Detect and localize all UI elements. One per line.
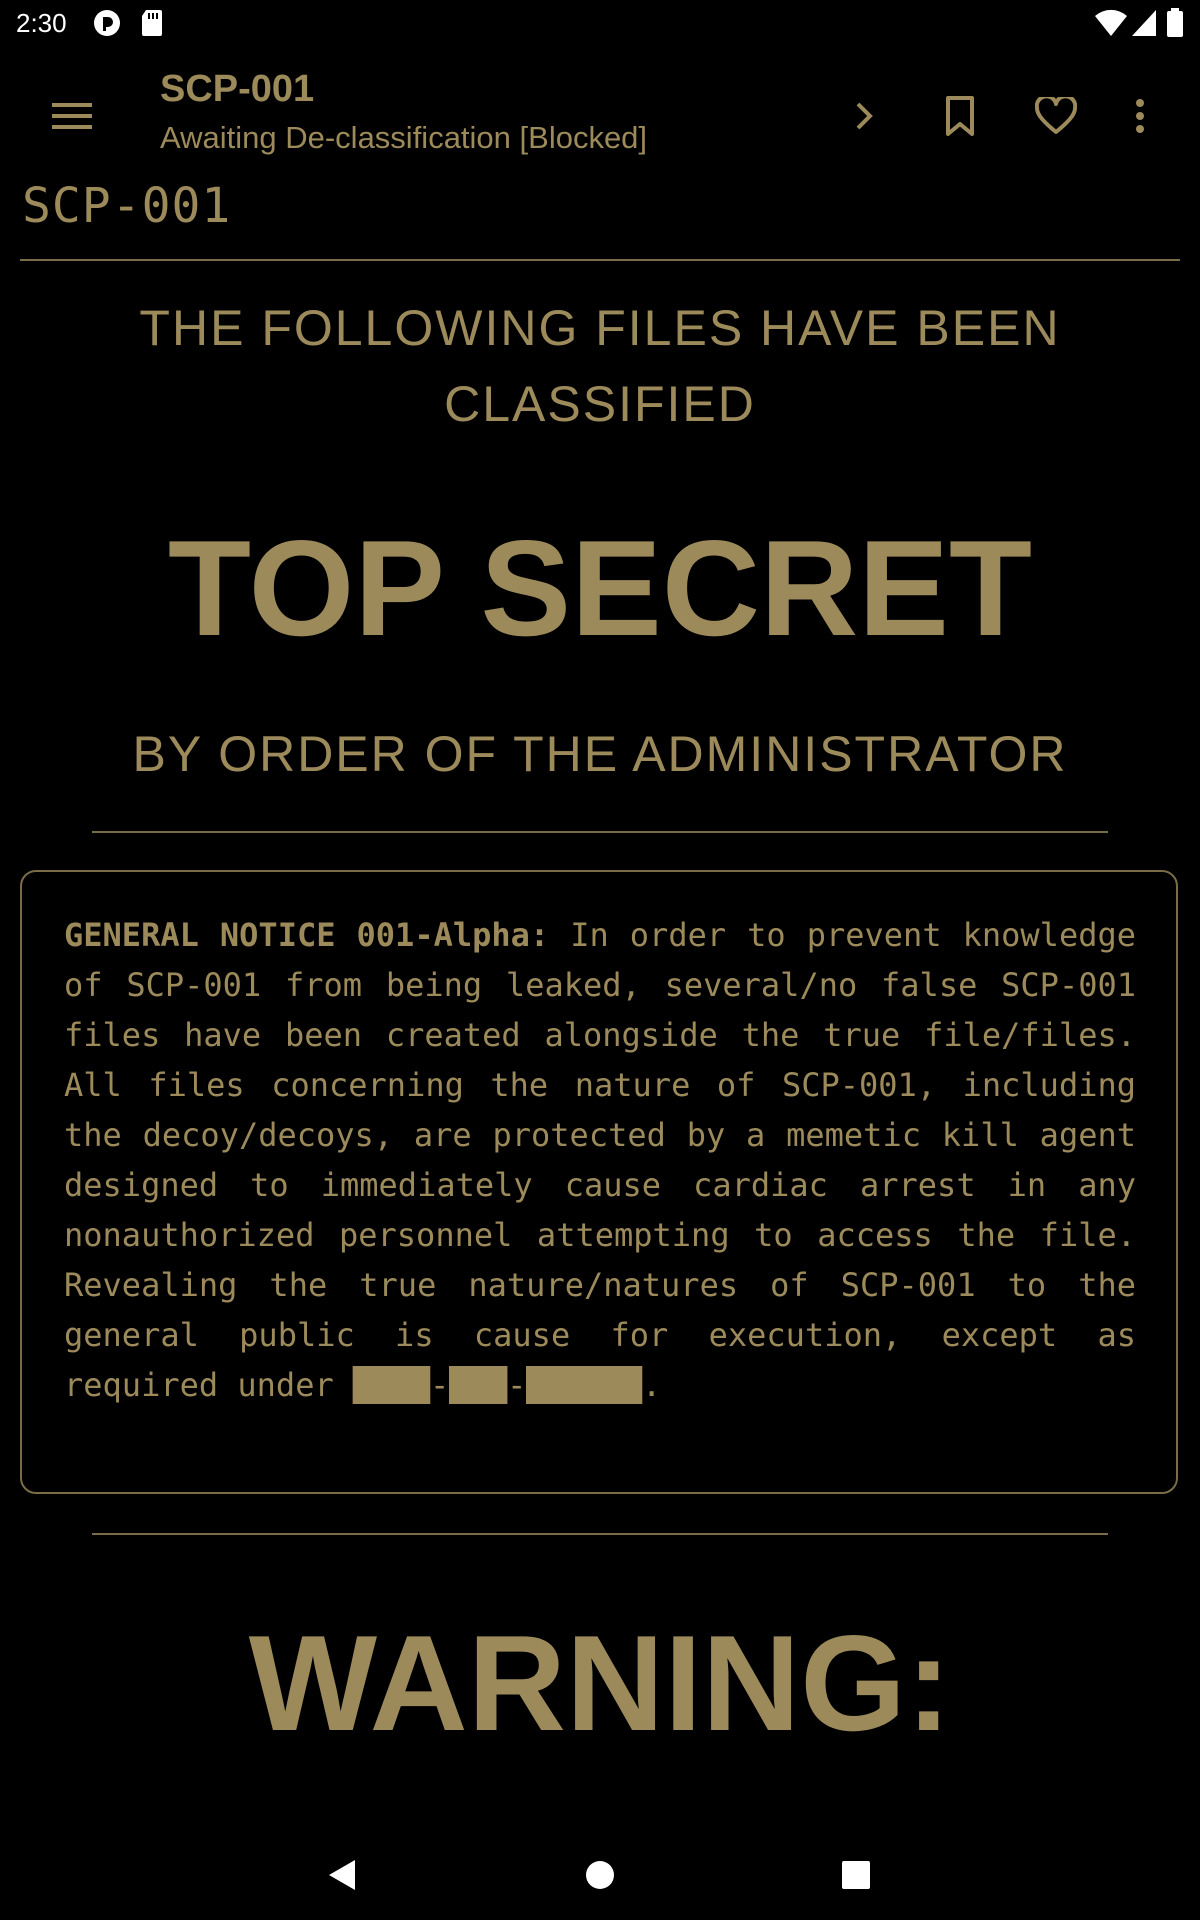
chevron-right-icon[interactable] bbox=[834, 86, 894, 146]
wifi-icon bbox=[1094, 8, 1128, 43]
notice-end: . bbox=[641, 1366, 662, 1404]
heading-divider bbox=[20, 259, 1180, 261]
page-heading: SCP-001 bbox=[22, 178, 232, 234]
general-notice-text: GENERAL NOTICE 001-Alpha: In order to pr… bbox=[64, 910, 1136, 1410]
classified-notice: THE FOLLOWING FILES HAVE BEEN CLASSIFIED bbox=[139, 300, 1061, 432]
recents-icon[interactable] bbox=[826, 1845, 886, 1905]
redacted-block: ███ bbox=[449, 1366, 508, 1404]
notice-dash: - bbox=[507, 1366, 527, 1404]
app-bar-subtitle: Awaiting De-classification [Blocked] bbox=[160, 120, 648, 155]
top-secret-heading: TOP SECRET bbox=[167, 512, 1033, 664]
general-notice-box: GENERAL NOTICE 001-Alpha: In order to pr… bbox=[20, 870, 1178, 1494]
back-icon[interactable] bbox=[312, 1845, 372, 1905]
app-bar-title: SCP-001 bbox=[160, 68, 315, 110]
menu-icon[interactable] bbox=[42, 86, 102, 146]
pocketcasts-icon bbox=[92, 8, 122, 43]
status-time: 2:30 bbox=[16, 8, 67, 38]
sd-card-icon bbox=[140, 8, 164, 43]
notice-label: GENERAL NOTICE 001-Alpha: bbox=[64, 916, 550, 954]
cell-signal-icon bbox=[1130, 8, 1158, 43]
warning-heading: WARNING: bbox=[248, 1607, 952, 1759]
divider bbox=[92, 1533, 1108, 1535]
home-icon[interactable] bbox=[570, 1845, 630, 1905]
battery-icon bbox=[1166, 8, 1184, 43]
redacted-block: ████ bbox=[352, 1366, 431, 1404]
notice-dash: - bbox=[430, 1366, 450, 1404]
nav-bar bbox=[0, 1830, 1200, 1920]
redacted-block: ██████ bbox=[526, 1366, 642, 1404]
app-bar: SCP-001 Awaiting De-classification [Bloc… bbox=[0, 48, 1200, 176]
status-bar: 2:30 bbox=[0, 0, 1200, 48]
bookmark-icon[interactable] bbox=[930, 86, 990, 146]
notice-body: In order to prevent knowledge of SCP-001… bbox=[64, 916, 1137, 1404]
heart-icon[interactable] bbox=[1026, 86, 1086, 146]
by-order-line: BY ORDER OF THE ADMINISTRATOR bbox=[132, 726, 1068, 782]
more-vert-icon[interactable] bbox=[1110, 86, 1170, 146]
divider bbox=[92, 831, 1108, 833]
